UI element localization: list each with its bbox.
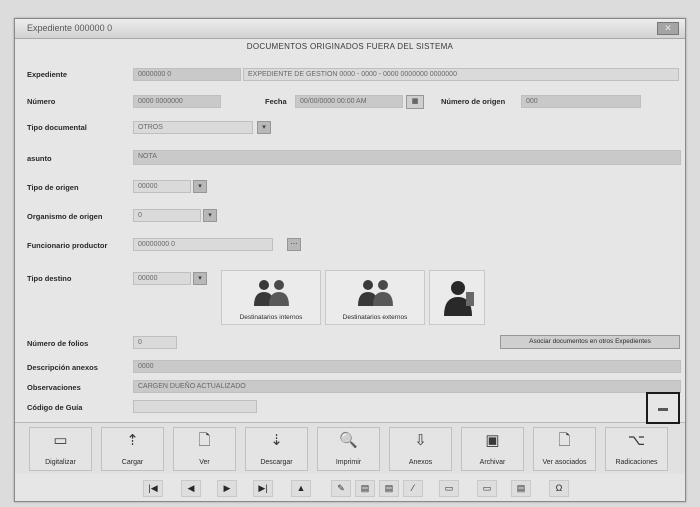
archive-icon: ▣ (485, 432, 500, 449)
archivar-button[interactable]: ▣ Archivar (461, 427, 524, 471)
organismo-origen-label: Organismo de origen (27, 212, 103, 221)
person-icon (444, 281, 474, 316)
anexos-label: Anexos (408, 459, 433, 466)
window-icon[interactable]: ▭ (439, 480, 459, 497)
record-navigation-bar: |◀ ◀ ▶ ▶| ▲ ✎ ▤ ▤ ⁄ ▭ ▭ ▤ Ω (15, 477, 685, 501)
tipo-destino-dropdown-icon[interactable]: ▾ (193, 272, 207, 285)
destinatarios-internos-button[interactable]: Destinatarios internos (221, 270, 321, 325)
tipo-destino-label: Tipo destino (27, 274, 72, 283)
radicaciones-label: Radicaciones (615, 459, 658, 466)
people-icon (358, 280, 393, 306)
window-title: Expediente 000000 0 (27, 23, 113, 33)
imprimir-button[interactable]: 🔍 Imprimir (317, 427, 380, 471)
fecha-label: Fecha (265, 97, 287, 106)
cargar-label: Cargar (121, 459, 144, 466)
destinatario-persona-button[interactable] (429, 270, 485, 325)
digitalizar-icon: ▭ (53, 432, 68, 449)
upload-icon: ⇡ (126, 432, 139, 449)
action-toolbar: ▭ Digitalizar ⇡ Cargar 🗋 Ver ⇣ Descargar… (15, 422, 685, 474)
descripcion-anexos-field[interactable]: 0000 (133, 360, 681, 373)
expediente-description-field[interactable]: EXPEDIENTE DE GESTION 0000 - 0000 - 0000… (243, 68, 679, 81)
numero-label: Número (27, 97, 56, 106)
tipo-origen-field[interactable]: 00000 (133, 180, 191, 193)
observaciones-label: Observaciones (27, 383, 81, 392)
funcionario-productor-field[interactable]: 00000000 0 (133, 238, 273, 251)
bell-icon[interactable]: ▲ (291, 480, 311, 497)
numero-folios-label: Número de folios (27, 339, 89, 348)
destinatarios-internos-label: Destinatarios internos (239, 314, 303, 321)
funcionario-productor-label: Funcionario productor (27, 241, 108, 250)
codigo-guia-field[interactable] (133, 400, 257, 413)
annex-icon: ⇩ (414, 432, 427, 449)
last-record-button[interactable]: ▶| (253, 480, 273, 497)
codigo-guia-label: Código de Guía (27, 403, 83, 412)
view-document-icon: 🗋 (198, 432, 211, 449)
grid-icon[interactable]: ▤ (379, 480, 399, 497)
fecha-field[interactable]: 00/00/0000 00:00 AM (295, 95, 403, 108)
organismo-origen-dropdown-icon[interactable]: ▾ (203, 209, 217, 222)
imprimir-label: Imprimir (335, 459, 362, 466)
ver-label: Ver (199, 459, 210, 466)
panel-icon[interactable]: ▭ (477, 480, 497, 497)
people-icon (254, 280, 289, 306)
pen-icon[interactable]: ⁄ (403, 480, 423, 497)
expediente-label: Expediente (27, 70, 68, 79)
ver-asociados-button[interactable]: 🗋 Ver asociados (533, 427, 596, 471)
observaciones-field[interactable]: CARGEN DUEÑO ACTUALIZADO (133, 380, 681, 393)
tipo-documental-label: Tipo documental (27, 123, 87, 132)
network-icon: ⌥ (627, 432, 646, 449)
digitalizar-button[interactable]: ▭ Digitalizar (29, 427, 92, 471)
tipo-destino-field[interactable]: 00000 (133, 272, 191, 285)
numero-field[interactable]: 0000 0000000 (133, 95, 221, 108)
previous-record-button[interactable]: ◀ (181, 480, 201, 497)
title-bar: Expediente 000000 0 ✕ (15, 19, 685, 39)
tipo-documental-field[interactable]: OTROS (133, 121, 253, 134)
edit-icon[interactable]: ✎ (331, 480, 351, 497)
expediente-code-field[interactable]: 0000000 0 (133, 68, 241, 81)
tipo-origen-dropdown-icon[interactable]: ▾ (193, 180, 207, 193)
numero-origen-label: Número de origen (441, 97, 506, 106)
radicaciones-button[interactable]: ⌥ Radicaciones (605, 427, 668, 471)
destinatarios-externos-label: Destinatarios externos (342, 314, 408, 321)
descripcion-anexos-label: Descripción anexos (27, 363, 98, 372)
ver-asociados-label: Ver asociados (542, 459, 587, 466)
anexos-button[interactable]: ⇩ Anexos (389, 427, 452, 471)
funcionario-productor-search-icon[interactable]: ⋯ (287, 238, 301, 251)
organismo-origen-field[interactable]: 0 (133, 209, 201, 222)
digitalizar-label: Digitalizar (45, 459, 76, 466)
download-icon: ⇣ (270, 432, 283, 449)
help-icon[interactable]: Ω (549, 480, 569, 497)
asunto-field[interactable]: NOTA (133, 150, 681, 165)
cargar-button[interactable]: ⇡ Cargar (101, 427, 164, 471)
tipo-origen-label: Tipo de origen (27, 183, 79, 192)
next-record-button[interactable]: ▶ (217, 480, 237, 497)
descargar-label: Descargar (260, 459, 293, 466)
asunto-label: asunto (27, 154, 52, 163)
version-icon: 🗋 (558, 432, 571, 449)
numero-origen-field[interactable]: 000 (521, 95, 641, 108)
asociar-documentos-button[interactable]: Asociar documentos en otros Expedientes (500, 335, 680, 349)
list-icon[interactable]: ▤ (355, 480, 375, 497)
form-title: DOCUMENTOS ORIGINADOS FUERA DEL SISTEMA (246, 42, 454, 51)
calendar-button[interactable]: ▦ (406, 95, 424, 109)
ver-button[interactable]: 🗋 Ver (173, 427, 236, 471)
calendar-icon: ▦ (411, 98, 419, 105)
table-icon[interactable]: ▤ (511, 480, 531, 497)
close-button[interactable]: ✕ (657, 22, 679, 35)
archivar-label: Archivar (479, 459, 506, 466)
descargar-button[interactable]: ⇣ Descargar (245, 427, 308, 471)
numero-folios-field[interactable]: 0 (133, 336, 177, 349)
first-record-button[interactable]: |◀ (143, 480, 163, 497)
destinatarios-externos-button[interactable]: Destinatarios externos (325, 270, 425, 325)
print-icon: 🔍 (339, 432, 358, 449)
document-window: Expediente 000000 0 ✕ DOCUMENTOS ORIGINA… (14, 18, 686, 502)
tipo-documental-dropdown-icon[interactable]: ▾ (257, 121, 271, 134)
